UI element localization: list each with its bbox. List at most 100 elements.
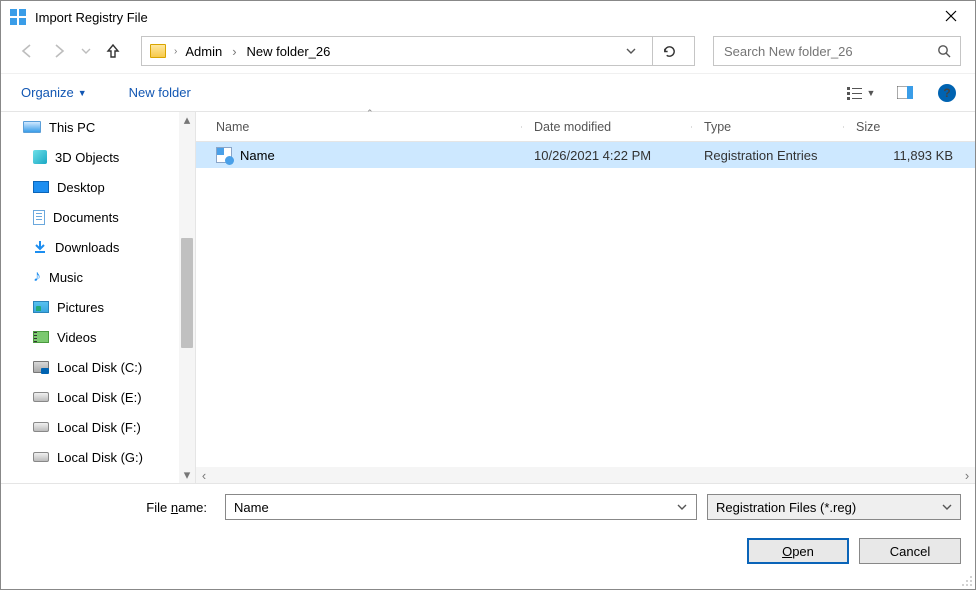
- tree-item-label: Local Disk (F:): [57, 420, 141, 435]
- tree-item-label: Videos: [57, 330, 97, 345]
- view-options-button[interactable]: ▼: [841, 79, 881, 107]
- tree-item-downloads[interactable]: Downloads: [1, 232, 195, 262]
- address-bar[interactable]: › Admin › New folder_26: [141, 36, 695, 66]
- address-dropdown[interactable]: [624, 44, 638, 58]
- tree-item-label: Downloads: [55, 240, 119, 255]
- title-bar: Import Registry File: [1, 1, 975, 33]
- tree-item-label: Local Disk (E:): [57, 390, 142, 405]
- sort-ascending-icon: ⌃: [366, 108, 374, 119]
- tree-item-label: Local Disk (G:): [57, 450, 143, 465]
- back-button[interactable]: [15, 39, 39, 63]
- music-icon: ♪: [33, 270, 41, 284]
- tree-item-3d-objects[interactable]: 3D Objects: [1, 142, 195, 172]
- computer-icon: [23, 121, 41, 133]
- horizontal-scrollbar[interactable]: ‹ ›: [196, 467, 975, 483]
- tree-scrollbar[interactable]: ▴ ▾: [179, 112, 195, 483]
- tree-item-label: Documents: [53, 210, 119, 225]
- file-name: Name: [240, 148, 275, 163]
- new-folder-label: New folder: [129, 85, 191, 100]
- caret-down-icon: ▼: [867, 88, 876, 98]
- tree-item-local-disk-g[interactable]: Local Disk (G:): [1, 442, 195, 472]
- scrollbar-thumb[interactable]: [181, 238, 193, 348]
- navigation-tree[interactable]: This PC 3D Objects Desktop Documents Dow…: [1, 112, 196, 483]
- breadcrumb-segment[interactable]: New folder_26: [247, 44, 331, 59]
- filter-label: Registration Files (*.reg): [716, 500, 936, 515]
- body: This PC 3D Objects Desktop Documents Dow…: [1, 111, 975, 483]
- tree-item-documents[interactable]: Documents: [1, 202, 195, 232]
- folder-icon: [150, 44, 166, 58]
- tree-item-local-disk-e[interactable]: Local Disk (E:): [1, 382, 195, 412]
- column-header-name[interactable]: Name: [196, 120, 522, 134]
- column-header-row: ⌃ Name Date modified Type Size: [196, 112, 975, 142]
- chevron-right-icon: ›: [230, 44, 238, 59]
- tree-item-music[interactable]: ♪ Music: [1, 262, 195, 292]
- caret-down-icon: ▼: [78, 88, 87, 98]
- filename-input[interactable]: [232, 499, 674, 516]
- tree-item-label: Desktop: [57, 180, 105, 195]
- scroll-down-icon[interactable]: ▾: [179, 467, 195, 483]
- disk-icon: [33, 392, 49, 402]
- chevron-down-icon: [942, 502, 952, 512]
- reg-file-icon: [216, 147, 232, 163]
- videos-icon: [33, 331, 49, 343]
- tree-item-label: Local Disk (C:): [57, 360, 142, 375]
- scroll-right-icon[interactable]: ›: [959, 467, 975, 483]
- nav-row: › Admin › New folder_26: [1, 33, 975, 73]
- breadcrumb-segment[interactable]: Admin: [185, 44, 222, 59]
- recent-locations-dropdown[interactable]: [79, 39, 93, 63]
- file-rows: Name 10/26/2021 4:22 PM Registration Ent…: [196, 142, 975, 467]
- help-button[interactable]: ?: [933, 79, 961, 107]
- download-icon: [33, 240, 47, 254]
- organize-menu[interactable]: Organize ▼: [15, 81, 93, 104]
- file-date: 10/26/2021 4:22 PM: [522, 148, 692, 163]
- open-button[interactable]: Open: [747, 538, 849, 564]
- filename-label: File name:: [15, 500, 215, 515]
- tree-item-label: 3D Objects: [55, 150, 119, 165]
- close-button[interactable]: [929, 1, 973, 31]
- filename-combobox[interactable]: [225, 494, 697, 520]
- refresh-button[interactable]: [652, 36, 686, 66]
- column-header-size[interactable]: Size: [844, 120, 975, 134]
- pictures-icon: [33, 301, 49, 313]
- cube-icon: [33, 150, 47, 164]
- file-name-cell: Name: [196, 147, 522, 163]
- footer: File name: Registration Files (*.reg) Op…: [1, 483, 975, 578]
- disk-icon: [33, 361, 49, 373]
- resize-grip[interactable]: [961, 575, 973, 587]
- file-size: 11,893 KB: [844, 148, 975, 163]
- tree-item-local-disk-c[interactable]: Local Disk (C:): [1, 352, 195, 382]
- tree-item-desktop[interactable]: Desktop: [1, 172, 195, 202]
- preview-pane-button[interactable]: [891, 79, 919, 107]
- command-bar: Organize ▼ New folder ▼ ?: [1, 73, 975, 111]
- new-folder-button[interactable]: New folder: [123, 81, 197, 104]
- window-title: Import Registry File: [35, 10, 148, 25]
- scroll-up-icon[interactable]: ▴: [179, 112, 195, 128]
- file-type-filter[interactable]: Registration Files (*.reg): [707, 494, 961, 520]
- chevron-right-icon: ›: [174, 46, 177, 57]
- disk-icon: [33, 452, 49, 462]
- tree-item-label: This PC: [49, 120, 95, 135]
- document-icon: [33, 210, 45, 225]
- desktop-icon: [33, 181, 49, 193]
- column-header-date[interactable]: Date modified: [522, 120, 692, 134]
- file-type: Registration Entries: [692, 148, 844, 163]
- file-list-pane: ⌃ Name Date modified Type Size Name: [196, 112, 975, 483]
- tree-item-videos[interactable]: Videos: [1, 322, 195, 352]
- tree-item-local-disk-f[interactable]: Local Disk (F:): [1, 412, 195, 442]
- regedit-app-icon: [9, 8, 27, 26]
- column-header-type[interactable]: Type: [692, 120, 844, 134]
- tree-item-label: Pictures: [57, 300, 104, 315]
- file-row[interactable]: Name 10/26/2021 4:22 PM Registration Ent…: [196, 142, 975, 168]
- cancel-button[interactable]: Cancel: [859, 538, 961, 564]
- tree-item-label: Music: [49, 270, 83, 285]
- up-button[interactable]: [101, 39, 125, 63]
- search-icon[interactable]: [936, 43, 952, 59]
- search-box[interactable]: [713, 36, 961, 66]
- search-input[interactable]: [722, 43, 936, 60]
- forward-button[interactable]: [47, 39, 71, 63]
- scroll-left-icon[interactable]: ‹: [196, 467, 212, 483]
- tree-item-this-pc[interactable]: This PC: [1, 112, 195, 142]
- filename-dropdown[interactable]: [674, 495, 690, 519]
- organize-label: Organize: [21, 85, 74, 100]
- tree-item-pictures[interactable]: Pictures: [1, 292, 195, 322]
